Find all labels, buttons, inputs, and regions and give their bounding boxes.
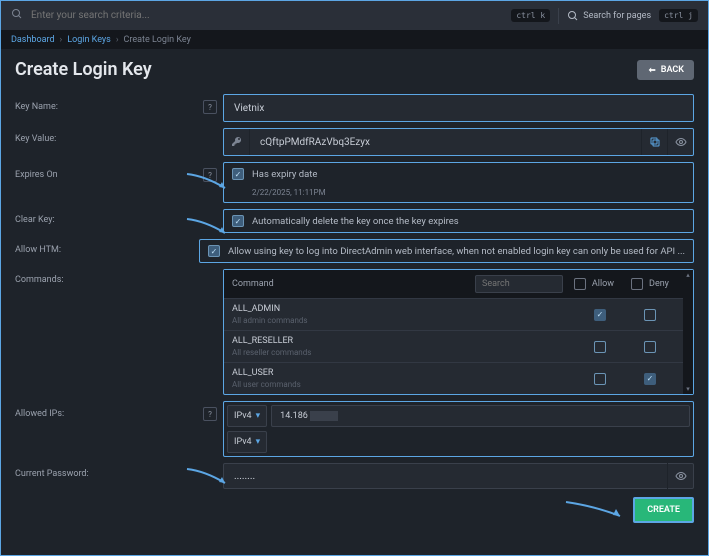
- ip-type-select-0[interactable]: IPv4▾: [227, 405, 267, 427]
- search-pages-link[interactable]: Search for pages: [567, 10, 651, 22]
- label-allowed-ips: Allowed IPs:: [15, 409, 64, 419]
- deny-all-checkbox[interactable]: [631, 278, 643, 290]
- label-key-name: Key Name:: [15, 102, 58, 112]
- help-icon[interactable]: ?: [203, 407, 217, 421]
- label-commands: Commands:: [15, 275, 64, 285]
- deny-checkbox[interactable]: [644, 341, 656, 353]
- key-value-input[interactable]: [250, 137, 641, 148]
- crumb-dashboard[interactable]: Dashboard: [11, 35, 55, 45]
- page-title: Create Login Key: [15, 59, 152, 80]
- shortcut-badge-2: ctrl j: [659, 9, 698, 22]
- ip-type-select-1[interactable]: IPv4▾: [227, 431, 267, 453]
- clear-key-checkbox[interactable]: [232, 215, 244, 227]
- allow-all-checkbox[interactable]: [574, 278, 586, 290]
- key-name-input[interactable]: [224, 103, 693, 114]
- crumb-login-keys[interactable]: Login Keys: [67, 35, 111, 45]
- eye-icon[interactable]: [667, 129, 693, 155]
- allow-htm-label: Allow using key to log into DirectAdmin …: [228, 246, 685, 257]
- label-current-password: Current Password:: [15, 469, 89, 479]
- divider: [558, 8, 559, 24]
- label-allow-htm: Allow HTM:: [15, 245, 61, 255]
- key-icon: [224, 129, 250, 155]
- deny-checkbox[interactable]: [644, 309, 656, 321]
- has-expiry-label: Has expiry date: [252, 169, 317, 180]
- command-search-input[interactable]: [475, 275, 563, 293]
- crumb-current: Create Login Key: [124, 35, 191, 45]
- ip-value-0[interactable]: 14.186: [280, 411, 308, 421]
- label-key-value: Key Value:: [15, 134, 56, 144]
- command-row: ALL_USERAll user commands: [224, 362, 683, 394]
- back-button[interactable]: BACK: [637, 60, 694, 80]
- copy-icon[interactable]: [641, 129, 667, 155]
- col-allow: Allow: [592, 279, 614, 289]
- has-expiry-checkbox[interactable]: [232, 168, 244, 180]
- annotation-arrow: [564, 500, 624, 520]
- clear-key-label: Automatically delete the key once the ke…: [252, 216, 459, 227]
- expiry-value[interactable]: 2/22/2025, 11:11PM: [224, 185, 693, 202]
- deny-checkbox[interactable]: [644, 373, 656, 385]
- current-password-input[interactable]: [224, 471, 667, 482]
- shortcut-badge: ctrl k: [511, 9, 550, 22]
- help-icon[interactable]: ?: [203, 168, 217, 182]
- command-row: ALL_ADMINAll admin commands: [224, 298, 683, 330]
- help-icon[interactable]: ?: [203, 100, 217, 114]
- allow-checkbox[interactable]: [594, 309, 606, 321]
- label-clear-key: Clear Key:: [15, 215, 55, 225]
- eye-icon[interactable]: [667, 463, 693, 489]
- global-search-input[interactable]: [31, 10, 503, 21]
- col-command: Command: [232, 279, 469, 289]
- command-row: ALL_RESELLERAll reseller commands: [224, 330, 683, 362]
- create-button[interactable]: CREATE: [633, 497, 694, 523]
- allow-checkbox[interactable]: [594, 341, 606, 353]
- allow-htm-checkbox[interactable]: [208, 245, 220, 257]
- col-deny: Deny: [649, 279, 669, 289]
- breadcrumb: Dashboard › Login Keys › Create Login Ke…: [1, 31, 708, 49]
- allow-checkbox[interactable]: [594, 373, 606, 385]
- label-expires-on: Expires On: [15, 170, 58, 180]
- scrollbar[interactable]: ▴▾: [683, 270, 693, 394]
- search-icon: [11, 8, 23, 23]
